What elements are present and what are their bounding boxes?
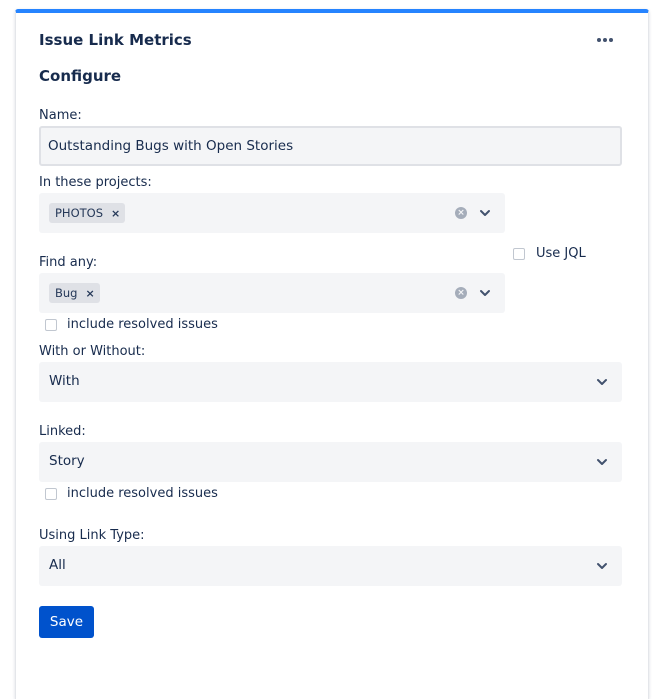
gadget-title: Issue Link Metrics xyxy=(39,31,192,49)
link-type-label: Using Link Type: xyxy=(39,528,145,543)
include-resolved-checkbox[interactable] xyxy=(45,319,57,331)
issue-type-tag-label: Bug xyxy=(55,286,78,300)
with-or-without-select[interactable]: With xyxy=(39,362,622,402)
with-or-without-label: With or Without: xyxy=(39,344,146,359)
more-icon xyxy=(597,38,601,42)
linked-select[interactable]: Story xyxy=(39,442,622,482)
find-any-select[interactable]: Bug × × xyxy=(39,273,505,313)
project-tag-label: PHOTOS xyxy=(55,206,104,220)
linked-label: Linked: xyxy=(39,424,86,439)
clear-icon[interactable]: × xyxy=(455,207,467,219)
find-any-label: Find any: xyxy=(39,255,98,270)
more-actions-button[interactable] xyxy=(593,30,617,50)
projects-label: In these projects: xyxy=(39,175,152,190)
chevron-down-icon[interactable] xyxy=(596,456,608,468)
projects-select[interactable]: PHOTOS × × xyxy=(39,193,505,233)
chevron-down-icon[interactable] xyxy=(479,287,491,299)
include-resolved-label: include resolved issues xyxy=(67,317,218,332)
linked-value: Story xyxy=(49,453,85,469)
configure-heading: Configure xyxy=(39,67,122,85)
remove-tag-icon[interactable]: × xyxy=(111,207,120,220)
name-input[interactable]: Outstanding Bugs with Open Stories xyxy=(39,126,622,166)
name-label: Name: xyxy=(39,108,82,123)
chevron-down-icon[interactable] xyxy=(596,560,608,572)
chevron-down-icon[interactable] xyxy=(479,207,491,219)
issue-type-tag: Bug × xyxy=(49,283,100,303)
save-button[interactable]: Save xyxy=(39,606,94,638)
use-jql-label: Use JQL xyxy=(536,246,586,261)
project-tag: PHOTOS × xyxy=(49,203,126,223)
clear-icon[interactable]: × xyxy=(455,287,467,299)
remove-tag-icon[interactable]: × xyxy=(85,287,94,300)
include-resolved-linked-label: include resolved issues xyxy=(67,486,218,501)
link-type-value: All xyxy=(49,557,66,573)
chevron-down-icon[interactable] xyxy=(596,376,608,388)
use-jql-checkbox[interactable] xyxy=(513,248,525,260)
link-type-select[interactable]: All xyxy=(39,546,622,586)
include-resolved-linked-checkbox[interactable] xyxy=(45,488,57,500)
with-or-without-value: With xyxy=(49,373,80,389)
